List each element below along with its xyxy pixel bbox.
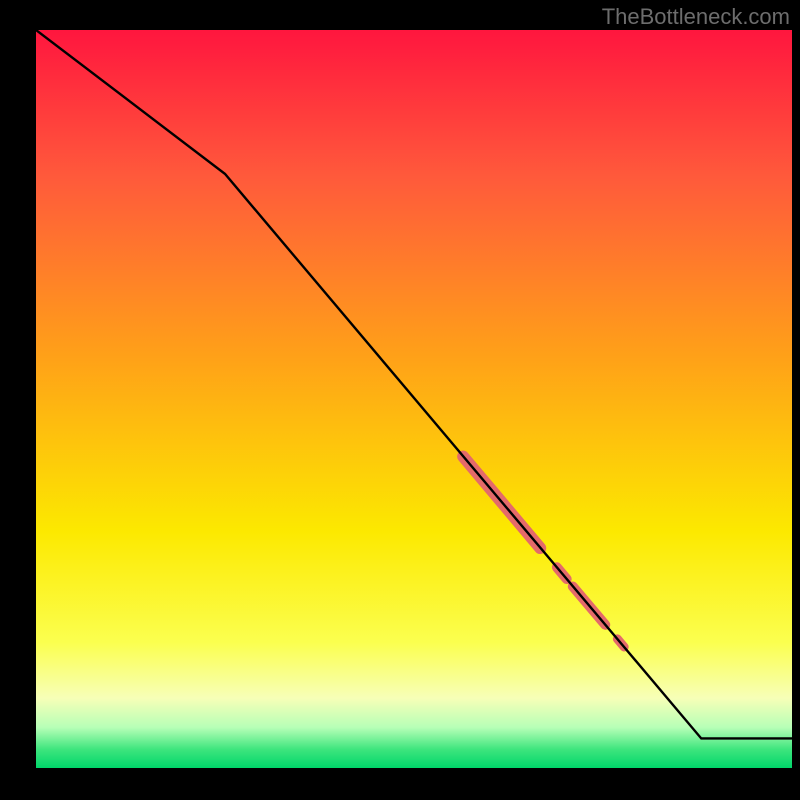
chart-container: TheBottleneck.com [0,0,800,800]
watermark-text: TheBottleneck.com [602,4,790,30]
chart-svg [0,0,800,800]
